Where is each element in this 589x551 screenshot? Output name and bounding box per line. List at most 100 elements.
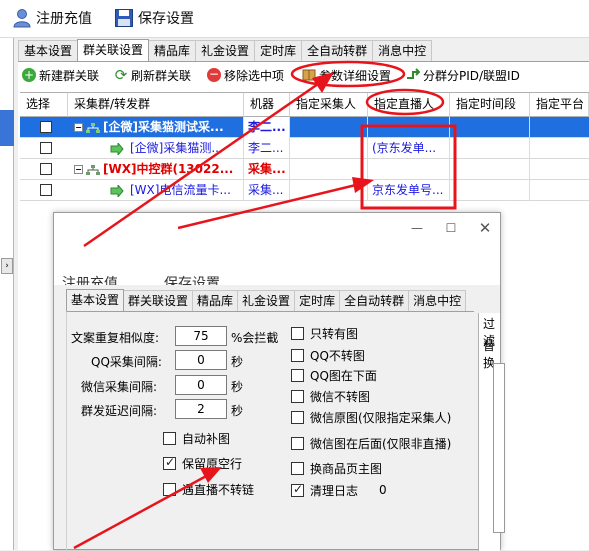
tree-icon [86, 122, 100, 133]
column-select[interactable]: 选择 [20, 93, 68, 117]
dialog-tab-group-link[interactable]: 群关联设置 [123, 290, 194, 311]
wechat-no-image-checkbox[interactable]: 微信不转图 [291, 388, 370, 405]
plus-circle-icon: + [22, 68, 36, 82]
left-selected-item[interactable] [0, 110, 14, 146]
qq-image-below-checkbox[interactable]: QQ图在下面 [291, 367, 377, 384]
column-collector[interactable]: 指定采集人 [290, 93, 368, 117]
row-checkbox[interactable] [40, 121, 52, 133]
tab-gift[interactable]: 礼金设置 [195, 40, 256, 61]
send-delay-label: 群发延迟间隔: [81, 404, 158, 418]
filter-replace-panel: 过滤 替换 [478, 313, 505, 551]
tab-message-control[interactable]: 消息中控 [372, 40, 433, 61]
tab-auto-forward[interactable]: 全自动转群 [301, 40, 374, 61]
new-group-link-label: 新建群关联 [39, 68, 100, 83]
similarity-input[interactable]: 75 [175, 326, 227, 346]
replace-textarea[interactable] [493, 363, 505, 533]
dialog-titlebar: — ☐ ✕ [54, 213, 500, 245]
minimize-icon[interactable]: — [410, 221, 424, 235]
collapse-icon[interactable]: − [74, 165, 83, 174]
log-count: 0 [379, 483, 387, 497]
left-panel-edge: › [0, 38, 14, 550]
remove-selected-button[interactable]: − 移除选中项 [207, 64, 284, 86]
column-time[interactable]: 指定时间段 [450, 93, 530, 117]
checkbox-box[interactable] [291, 390, 304, 403]
checkbox-label: QQ图在下面 [310, 369, 377, 383]
robot-cell: 采集... [244, 159, 290, 180]
column-platform[interactable]: 指定平台 [530, 93, 589, 117]
table-row[interactable]: − [WX]中控群(13022... 采集... [20, 159, 589, 180]
auto-fill-image-checkbox[interactable]: 自动补图 [163, 430, 230, 447]
live-no-convert-checkbox[interactable]: 遇直播不转链 [163, 481, 254, 498]
collapse-icon[interactable]: − [74, 123, 83, 132]
register-button[interactable]: 注册充值 [12, 5, 92, 31]
user-icon [13, 9, 31, 28]
live-cell[interactable]: 京东发单号... [368, 180, 450, 201]
tab-basic[interactable]: 基本设置 [18, 40, 79, 61]
checkbox-box[interactable] [291, 462, 304, 475]
checkbox-label: 自动补图 [182, 432, 231, 446]
refresh-group-link-label: 刷新群关联 [131, 68, 192, 83]
param-detail-label: 参数详细设置 [319, 68, 392, 83]
wechat-interval-input[interactable]: 0 [175, 375, 227, 395]
checkbox-box[interactable] [291, 482, 304, 497]
dialog-tab-gift[interactable]: 礼金设置 [237, 290, 296, 311]
checkbox-label: 清理日志 [310, 484, 359, 498]
checkbox-box[interactable] [291, 437, 304, 450]
checkbox-box[interactable] [163, 432, 176, 445]
dialog-tab-premium[interactable]: 精品库 [192, 290, 239, 311]
group-name: [企微]采集猫测... [130, 141, 223, 155]
row-checkbox[interactable] [40, 163, 52, 175]
replace-main-image-checkbox[interactable]: 换商品页主图 [291, 460, 382, 477]
group-cell: [WX]电信流量卡... [68, 180, 244, 201]
table-row[interactable]: − [企微]采集猫测试采... 李二... [20, 117, 589, 138]
column-robot[interactable]: 机器 [244, 93, 290, 117]
send-delay-input[interactable]: 2 [175, 399, 227, 419]
table-row[interactable]: [WX]电信流量卡... 采集... 京东发单号... [20, 180, 589, 201]
scroll-right-button[interactable]: › [1, 258, 13, 274]
group-link-table: 选择 采集群/转发群 机器 指定采集人 指定直播人 指定时间段 指定平台 − [企… [20, 92, 589, 206]
checkbox-box[interactable] [291, 369, 304, 382]
split-pid-button[interactable]: 分群分PID/联盟ID [406, 64, 520, 86]
only-with-image-checkbox[interactable]: 只转有图 [291, 325, 358, 342]
wechat-original-image-checkbox[interactable]: 微信原图(仅限指定采集人) [291, 409, 451, 426]
new-group-link-button[interactable]: + 新建群关联 [22, 64, 99, 86]
column-live[interactable]: 指定直播人 [368, 93, 450, 117]
forward-arrow-icon [110, 184, 124, 197]
tab-schedule[interactable]: 定时库 [254, 40, 303, 61]
maximize-icon[interactable]: ☐ [444, 221, 458, 235]
close-icon[interactable]: ✕ [478, 221, 492, 236]
dialog-tab-basic[interactable]: 基本设置 [66, 289, 125, 312]
live-cell [368, 117, 450, 138]
tab-premium[interactable]: 精品库 [148, 40, 197, 61]
qq-interval-unit: 秒 [231, 355, 244, 369]
checkbox-box[interactable] [291, 349, 304, 362]
clear-log-checkbox[interactable]: 清理日志 [291, 482, 358, 499]
qq-no-image-checkbox[interactable]: QQ不转图 [291, 347, 365, 364]
checkbox-box[interactable] [163, 483, 176, 496]
robot-cell: 李二... [244, 117, 290, 138]
checkbox-box[interactable] [291, 411, 304, 424]
checkbox-box[interactable] [291, 327, 304, 340]
checkbox-box[interactable] [163, 455, 176, 470]
row-checkbox[interactable] [40, 184, 52, 196]
save-settings-button[interactable]: 保存设置 [114, 5, 194, 31]
param-detail-button[interactable]: 参数详细设置 [302, 64, 391, 86]
dialog-tab-auto-forward[interactable]: 全自动转群 [339, 290, 410, 311]
wechat-image-after-checkbox[interactable]: 微信图在后面(仅限非直播) [291, 435, 451, 452]
top-toolbar: 注册充值 保存设置 [0, 0, 589, 38]
dialog-tab-message-control[interactable]: 消息中控 [408, 290, 467, 311]
tree-icon [86, 164, 100, 175]
row-checkbox[interactable] [40, 142, 52, 154]
ghost-save-button[interactable]: 保存设置 [164, 273, 220, 285]
collector-cell [290, 180, 368, 201]
keep-blank-lines-checkbox[interactable]: 保留原空行 [163, 455, 242, 472]
refresh-group-link-button[interactable]: ⟳ 刷新群关联 [114, 64, 191, 86]
qq-interval-input[interactable]: 0 [175, 350, 227, 370]
column-group[interactable]: 采集群/转发群 [68, 93, 244, 117]
ghost-register-button[interactable]: 注册充值 [62, 273, 118, 285]
live-cell[interactable]: (京东发单... [368, 138, 450, 159]
dialog-tab-schedule[interactable]: 定时库 [294, 290, 341, 311]
tab-group-link[interactable]: 群关联设置 [77, 39, 150, 62]
table-row[interactable]: [企微]采集猫测... 李二... (京东发单... [20, 138, 589, 159]
collector-cell [290, 138, 368, 159]
